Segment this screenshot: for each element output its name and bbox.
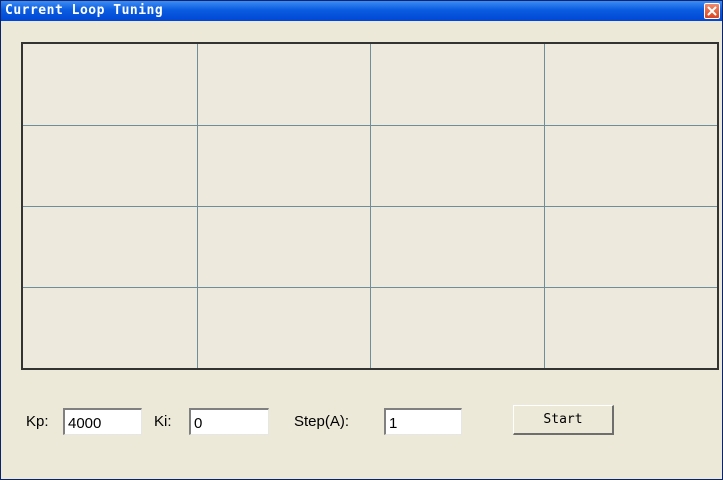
plot-area (21, 42, 719, 370)
current-loop-tuning-window: Current Loop Tuning Kp: Ki: Step(A): Sta… (0, 0, 723, 480)
step-label: Step(A): (294, 413, 350, 430)
start-button[interactable]: Start (513, 405, 614, 435)
close-icon (707, 6, 717, 16)
step-input[interactable] (384, 408, 462, 435)
window-title: Current Loop Tuning (5, 3, 164, 18)
ki-label: Ki: (154, 413, 172, 430)
title-bar[interactable]: Current Loop Tuning (1, 1, 722, 21)
plot-grid (23, 44, 717, 368)
kp-input[interactable] (63, 408, 142, 435)
tuning-controls: Kp: Ki: Step(A): Start (1, 396, 722, 446)
ki-input[interactable] (189, 408, 269, 435)
kp-label: Kp: (26, 413, 49, 430)
close-button[interactable] (704, 3, 720, 19)
